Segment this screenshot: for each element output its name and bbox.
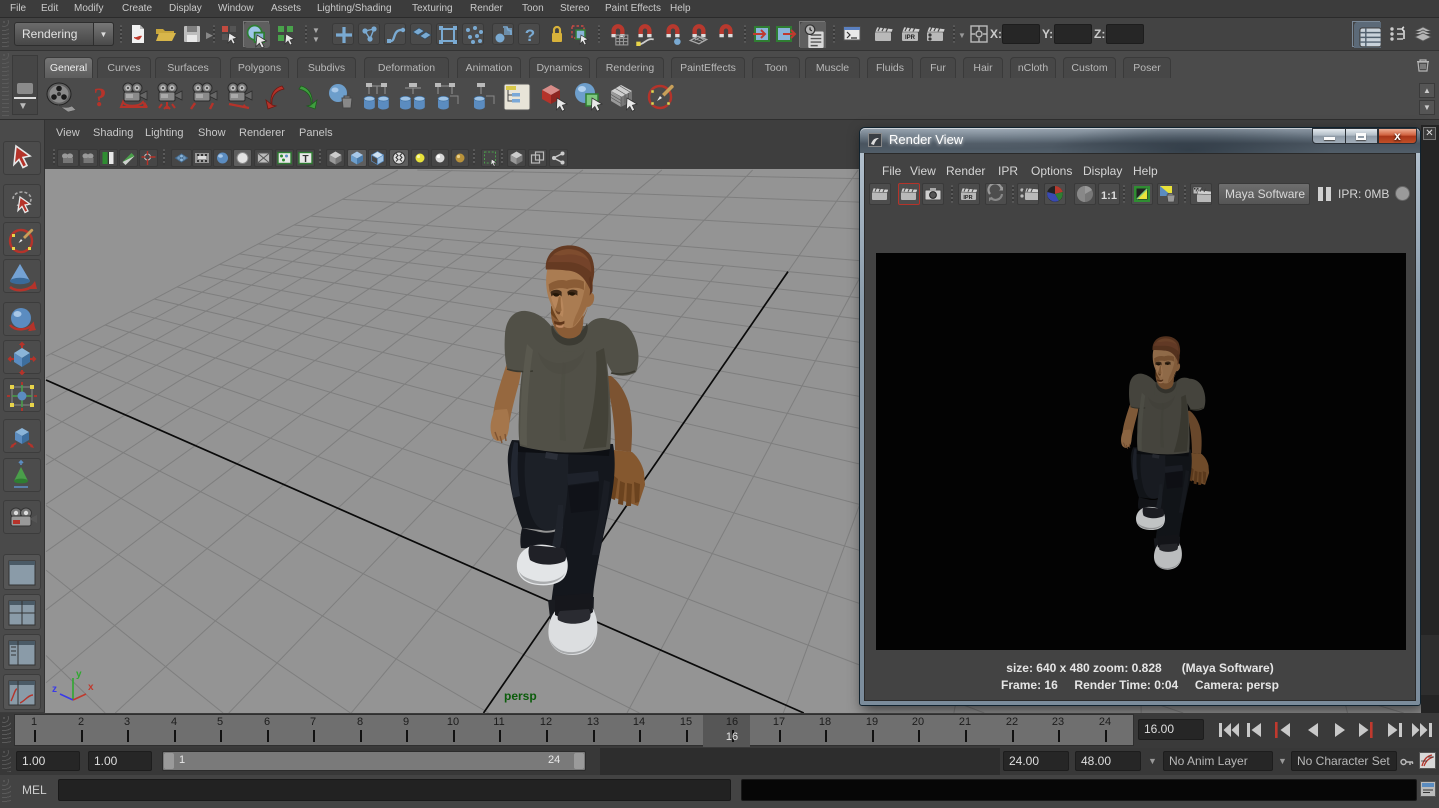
svg-text:z: z [52, 684, 57, 695]
svg-text:1:1: 1:1 [1101, 190, 1117, 202]
svg-text:x: x [88, 682, 94, 693]
svg-text:IPR: IPR [963, 195, 972, 201]
svg-text:T: T [302, 154, 308, 165]
svg-text:?: ? [525, 26, 535, 45]
svg-text:IPR: IPR [905, 35, 916, 41]
svg-text:y: y [76, 669, 82, 680]
svg-text:persp: persp [504, 689, 537, 703]
